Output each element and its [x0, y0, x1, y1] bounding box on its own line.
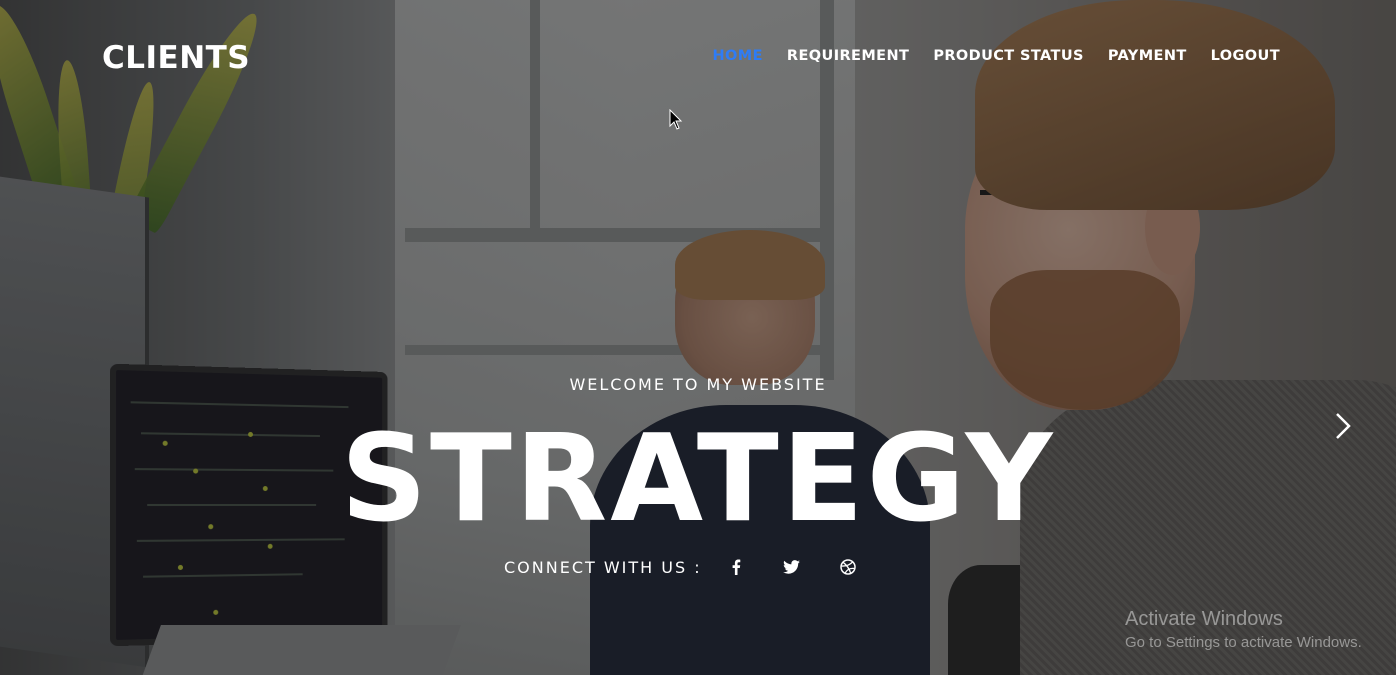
nav-item-product-status[interactable]: PRODUCT STATUS — [933, 48, 1084, 64]
twitter-icon[interactable] — [782, 557, 802, 577]
mouse-cursor-icon — [669, 109, 683, 130]
nav-item-payment[interactable]: PAYMENT — [1108, 48, 1187, 64]
dribbble-icon[interactable] — [838, 557, 858, 577]
nav-item-logout[interactable]: LOGOUT — [1211, 48, 1280, 64]
hero-headline: STRATEGY — [340, 410, 1056, 549]
windows-activation-title: Activate Windows — [1125, 608, 1283, 630]
main-nav: HOME REQUIREMENT PRODUCT STATUS PAYMENT … — [689, 48, 1280, 64]
hero-welcome-text: WELCOME TO MY WEBSITE — [569, 375, 827, 394]
facebook-icon[interactable] — [726, 557, 746, 577]
social-connect: CONNECT WITH US : — [504, 555, 858, 579]
chevron-right-icon[interactable] — [1331, 410, 1355, 442]
windows-activation-subtitle: Go to Settings to activate Windows. — [1125, 634, 1362, 651]
brand-logo[interactable]: CLIENTS — [102, 40, 250, 76]
nav-item-requirement[interactable]: REQUIREMENT — [787, 48, 909, 64]
connect-label: CONNECT WITH US : — [504, 557, 702, 577]
nav-item-home[interactable]: HOME — [713, 48, 763, 64]
